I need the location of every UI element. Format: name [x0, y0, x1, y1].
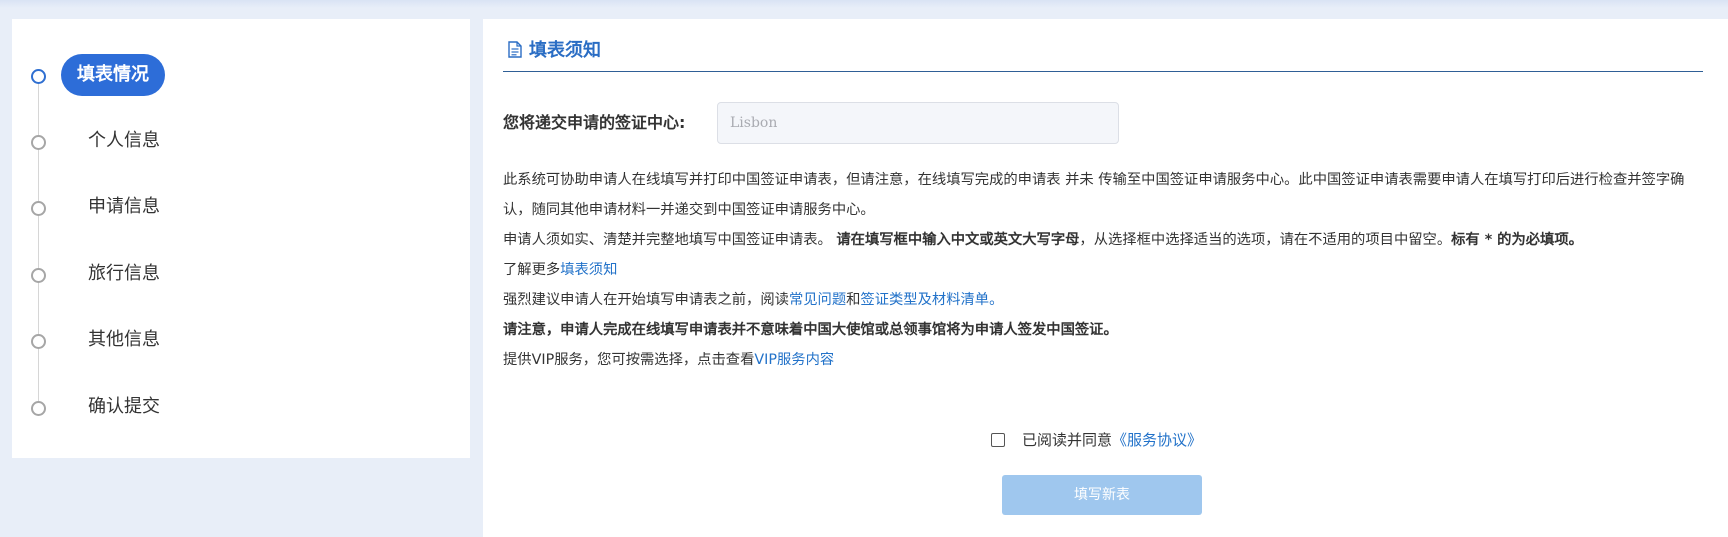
vip-service-link[interactable]: VIP服务内容: [754, 352, 834, 368]
step-label: 填表情况: [61, 54, 165, 96]
step-sidebar: 填表情况 个人信息 申请信息 旅行信息 其他信息 确认提交: [12, 19, 470, 458]
step-dot-icon: [31, 268, 46, 283]
section-title: 填表须知: [529, 40, 601, 61]
agreement-text: 已阅读并同意《服务协议》: [1022, 428, 1202, 452]
step-label: 申请信息: [88, 196, 160, 217]
notice-text-span: ，从选择框中选择适当的选项，请在不适用的项目中留空。: [1079, 232, 1452, 248]
step-label: 确认提交: [88, 396, 160, 417]
notice-text-span: 提供VIP服务，您可按需选择，点击查看: [503, 352, 755, 368]
step-travel-info[interactable]: 旅行信息: [12, 253, 470, 299]
notice-text: 此系统可协助申请人在线填写并打印中国签证申请表，但请注意，在线填写完成的申请表 …: [503, 165, 1708, 375]
section-header: 填表须知: [503, 39, 1703, 72]
step-personal-info[interactable]: 个人信息: [12, 120, 470, 166]
notice-paragraph: 申请人须如实、清楚并完整地填写中国签证申请表。 请在填写框中输入中文或英文大写字…: [503, 225, 1708, 255]
notice-bold-span: 请在填写框中输入中文或英文大写字母: [836, 232, 1080, 248]
visa-center-label: 您将递交申请的签证中心:: [503, 113, 686, 132]
step-label: 其他信息: [88, 329, 160, 350]
step-label: 旅行信息: [88, 263, 160, 284]
step-other-info[interactable]: 其他信息: [12, 319, 470, 365]
step-dot-icon: [31, 135, 46, 150]
notice-paragraph: 请注意，申请人完成在线填写申请表并不意味着中国大使馆或总领事馆将为申请人签发中国…: [503, 315, 1708, 345]
notice-paragraph: 强烈建议申请人在开始填写申请表之前，阅读常见问题和签证类型及材料清单。: [503, 285, 1708, 315]
document-icon: [508, 41, 522, 58]
notice-text-span: 了解更多: [503, 262, 561, 278]
notice-paragraph: 了解更多填表须知: [503, 255, 1708, 285]
step-confirm-submit[interactable]: 确认提交: [12, 386, 470, 432]
main-panel: 填表须知 您将递交申请的签证中心: 此系统可协助申请人在线填写并打印中国签证申请…: [483, 19, 1728, 537]
step-fill-status[interactable]: 填表情况: [12, 54, 470, 100]
new-form-button[interactable]: 填写新表: [1002, 475, 1202, 515]
top-strip: [0, 0, 1728, 8]
visa-center-input[interactable]: [717, 102, 1119, 144]
notice-paragraph: 提供VIP服务，您可按需选择，点击查看VIP服务内容: [503, 345, 1708, 375]
step-dot-icon: [31, 69, 46, 84]
notice-paragraph: 此系统可协助申请人在线填写并打印中国签证申请表，但请注意，在线填写完成的申请表 …: [503, 172, 1685, 218]
step-dot-icon: [31, 201, 46, 216]
notice-text-span: 强烈建议申请人在开始填写申请表之前，阅读: [503, 292, 789, 308]
step-dot-icon: [31, 401, 46, 416]
step-dot-icon: [31, 334, 46, 349]
step-application-info[interactable]: 申请信息: [12, 186, 470, 232]
notice-bold-span: 标有 * 的为必填项。: [1451, 232, 1583, 248]
notice-bold-span: 请注意，申请人完成在线填写申请表并不意味着中国大使馆或总领事馆将为申请人签发中国…: [503, 322, 1118, 338]
visa-center-row: 您将递交申请的签证中心:: [503, 102, 1203, 144]
agree-label: 已阅读并同意: [1022, 431, 1113, 449]
visa-types-link[interactable]: 签证类型及材料清单。: [860, 292, 1003, 308]
notice-text-span: 申请人须如实、清楚并完整地填写中国签证申请表。: [503, 232, 832, 248]
fill-instructions-link[interactable]: 填表须知: [560, 262, 617, 278]
notice-text-span: 和: [846, 292, 861, 308]
service-agreement-link[interactable]: 《服务协议》: [1112, 431, 1202, 449]
step-label: 个人信息: [88, 130, 160, 151]
agree-checkbox[interactable]: [991, 433, 1005, 447]
faq-link[interactable]: 常见问题: [789, 292, 846, 308]
